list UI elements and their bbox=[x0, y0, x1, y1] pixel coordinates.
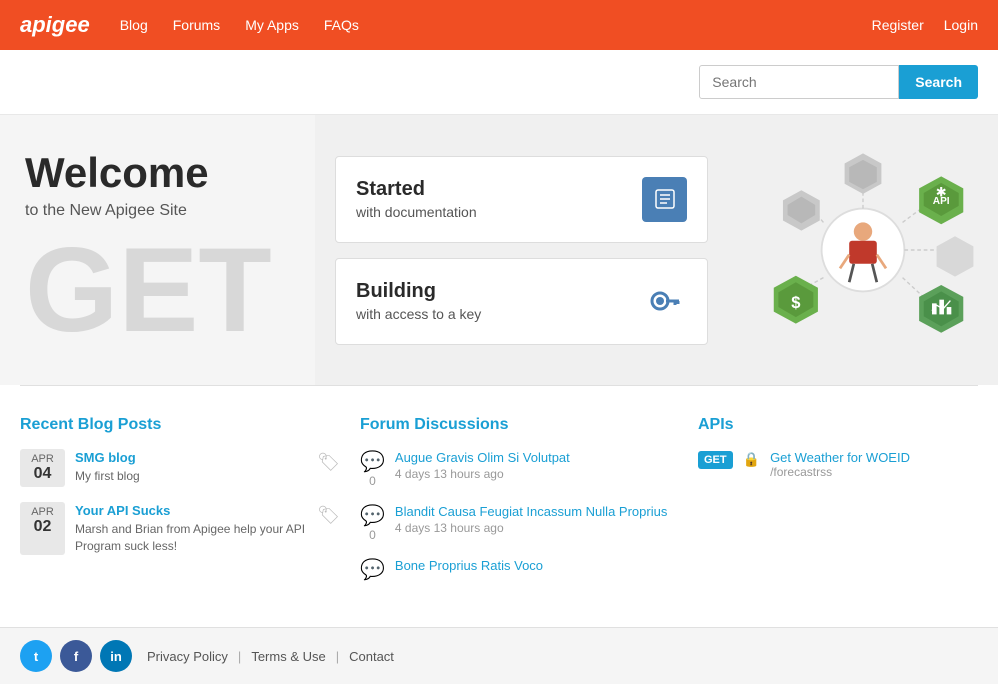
key-icon bbox=[642, 279, 687, 324]
hero-diagram: API ✱ $ bbox=[728, 115, 998, 385]
blog-post-1: Apr 04 SMG blog My first blog 🏷 bbox=[20, 449, 340, 487]
forum-link-3[interactable]: Bone Proprius Ratis Voco bbox=[395, 558, 543, 573]
card1-title: Started bbox=[356, 178, 477, 201]
forum-item-3: 💬 Bone Proprius Ratis Voco bbox=[360, 557, 678, 582]
content-section: Recent Blog Posts Apr 04 SMG blog My fir… bbox=[0, 386, 998, 627]
search-input[interactable] bbox=[699, 65, 899, 99]
api-diagram-svg: API ✱ $ bbox=[748, 140, 978, 360]
doc-icon bbox=[642, 177, 687, 222]
forum-title: Forum Discussions bbox=[360, 416, 678, 434]
count-1: 0 bbox=[369, 474, 376, 488]
search-button[interactable]: Search bbox=[899, 65, 978, 99]
footer: t f in Privacy Policy | Terms & Use | Co… bbox=[0, 627, 998, 684]
welcome-title: Welcome bbox=[25, 150, 290, 196]
nav-myapps[interactable]: My Apps bbox=[245, 17, 299, 33]
api-title-1[interactable]: Get Weather for WOEID bbox=[770, 450, 910, 465]
nav-faqs[interactable]: FAQs bbox=[324, 17, 359, 33]
footer-links: Privacy Policy | Terms & Use | Contact bbox=[147, 649, 394, 664]
api-item-1: GET 🔒 Get Weather for WOEID /forecastrss bbox=[698, 449, 978, 479]
chat-icon-1: 💬 bbox=[360, 449, 385, 474]
nav-forums[interactable]: Forums bbox=[173, 17, 220, 33]
count-2: 0 bbox=[369, 528, 376, 542]
forum-time-1: 4 days 13 hours ago bbox=[395, 467, 678, 481]
blog-post-2: Apr 02 Your API Sucks Marsh and Brian fr… bbox=[20, 502, 340, 555]
register-link[interactable]: Register bbox=[872, 17, 924, 33]
apis-column: APIs GET 🔒 Get Weather for WOEID /foreca… bbox=[698, 416, 978, 597]
tag-icon-2: 🏷 bbox=[317, 505, 340, 555]
svg-text:$: $ bbox=[791, 293, 800, 312]
privacy-policy-link[interactable]: Privacy Policy bbox=[147, 649, 228, 664]
navbar: apigee Blog Forums My Apps FAQs Register… bbox=[0, 0, 998, 50]
linkedin-link[interactable]: in bbox=[100, 640, 132, 672]
facebook-link[interactable]: f bbox=[60, 640, 92, 672]
svg-text:✱: ✱ bbox=[936, 185, 947, 200]
hero-left: Welcome to the New Apigee Site GET bbox=[0, 115, 315, 385]
social-icons: t f in bbox=[20, 640, 132, 672]
forum-column: Forum Discussions 💬 0 Augue Gravis Olim … bbox=[360, 416, 678, 597]
nav-links: Blog Forums My Apps FAQs bbox=[120, 17, 872, 33]
forum-item-1: 💬 0 Augue Gravis Olim Si Volutpat 4 days… bbox=[360, 449, 678, 488]
chat-icon-2: 💬 bbox=[360, 503, 385, 528]
date-box-1: Apr 04 bbox=[20, 449, 65, 487]
separator-2: | bbox=[336, 649, 339, 664]
tag-icon-1: 🏷 bbox=[317, 452, 340, 487]
apis-title: APIs bbox=[698, 416, 978, 434]
blog-title: Recent Blog Posts bbox=[20, 416, 340, 434]
terms-link[interactable]: Terms & Use bbox=[251, 649, 325, 664]
login-link[interactable]: Login bbox=[944, 17, 978, 33]
blog-title-1[interactable]: SMG blog bbox=[75, 450, 136, 465]
forum-count-2: 💬 0 bbox=[360, 503, 385, 542]
forum-count-3: 💬 bbox=[360, 557, 385, 582]
blog-text-1: SMG blog My first blog bbox=[75, 449, 307, 487]
card2-sub: with access to a key bbox=[356, 306, 481, 322]
day-1: 04 bbox=[28, 465, 57, 483]
forum-item-2: 💬 0 Blandit Causa Feugiat Incassum Nulla… bbox=[360, 503, 678, 542]
blog-column: Recent Blog Posts Apr 04 SMG blog My fir… bbox=[20, 416, 340, 597]
logo[interactable]: apigee bbox=[20, 12, 90, 38]
contact-link[interactable]: Contact bbox=[349, 649, 394, 664]
nav-blog[interactable]: Blog bbox=[120, 17, 148, 33]
forum-link-1[interactable]: Augue Gravis Olim Si Volutpat bbox=[395, 450, 570, 465]
forum-count-1: 💬 0 bbox=[360, 449, 385, 488]
day-2: 02 bbox=[28, 518, 57, 536]
blog-excerpt-2: Marsh and Brian from Apigee help your AP… bbox=[75, 521, 307, 555]
hero-section: Welcome to the New Apigee Site GET Start… bbox=[0, 115, 998, 385]
twitter-link[interactable]: t bbox=[20, 640, 52, 672]
separator-1: | bbox=[238, 649, 241, 664]
nav-auth: Register Login bbox=[872, 17, 978, 33]
forum-link-2[interactable]: Blandit Causa Feugiat Incassum Nulla Pro… bbox=[395, 504, 667, 519]
blog-excerpt-1: My first blog bbox=[75, 468, 307, 485]
month-1: Apr bbox=[28, 453, 57, 465]
chat-icon-3: 💬 bbox=[360, 557, 385, 582]
blog-text-2: Your API Sucks Marsh and Brian from Apig… bbox=[75, 502, 307, 555]
lock-icon: 🔒 bbox=[743, 451, 760, 468]
card-started[interactable]: Started with documentation bbox=[335, 156, 708, 243]
hero-cards: Started with documentation Building with… bbox=[315, 115, 728, 385]
card2-title: Building bbox=[356, 280, 481, 303]
get-text: GET bbox=[25, 230, 290, 350]
forum-time-2: 4 days 13 hours ago bbox=[395, 521, 678, 535]
date-box-2: Apr 02 bbox=[20, 502, 65, 555]
card-building[interactable]: Building with access to a key bbox=[335, 258, 708, 345]
card1-sub: with documentation bbox=[356, 204, 477, 220]
welcome-sub: to the New Apigee Site bbox=[25, 202, 290, 220]
blog-title-2[interactable]: Your API Sucks bbox=[75, 503, 170, 518]
month-2: Apr bbox=[28, 506, 57, 518]
api-endpoint-1: /forecastrss bbox=[770, 465, 910, 479]
get-badge: GET bbox=[698, 451, 733, 469]
search-bar: Search bbox=[0, 50, 998, 115]
